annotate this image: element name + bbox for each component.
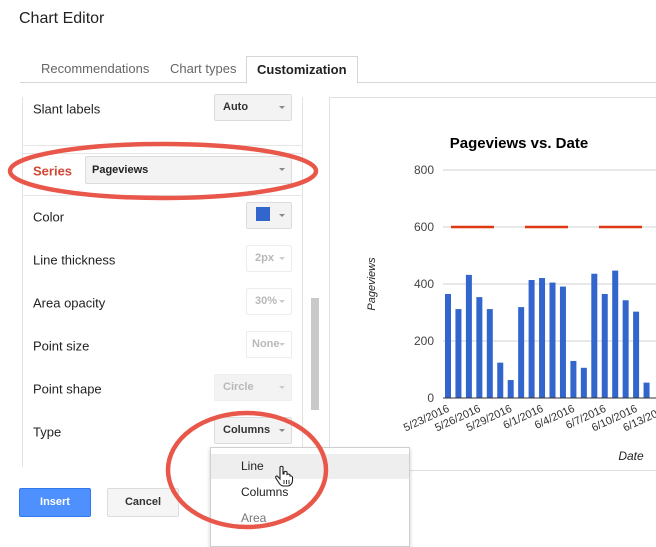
series-value: Pageviews <box>92 164 149 176</box>
bar <box>528 280 535 398</box>
divider <box>23 195 302 196</box>
y-axis-ticks: 0 200 400 600 800 <box>414 163 434 405</box>
chevron-down-icon <box>279 168 285 171</box>
series-label: Series <box>33 163 73 179</box>
chevron-down-icon <box>279 257 285 260</box>
bar <box>539 278 546 398</box>
bar <box>580 367 587 398</box>
bar <box>612 270 619 398</box>
chevron-down-icon <box>279 386 285 389</box>
divider <box>23 153 302 154</box>
point-size-row: Point size None <box>33 331 292 361</box>
color-swatch <box>256 207 270 222</box>
bar <box>465 274 472 398</box>
bar <box>643 382 650 398</box>
point-shape-row: Point shape Circle <box>33 374 292 404</box>
slant-labels-select[interactable]: Auto <box>214 94 292 121</box>
menu-item-columns[interactable]: Columns <box>211 480 409 505</box>
bar <box>591 273 598 398</box>
point-shape-select[interactable]: Circle <box>214 374 292 401</box>
point-shape-value: Circle <box>223 381 254 393</box>
bar <box>622 300 629 398</box>
tab-bar: Recommendations Chart types Customizatio… <box>20 56 656 84</box>
color-picker[interactable] <box>246 202 292 229</box>
y-tick-label: 400 <box>414 277 434 291</box>
panel-scrollbar[interactable] <box>311 298 319 410</box>
line-thickness-row: Line thickness 2px <box>33 245 292 275</box>
menu-item-line[interactable]: Line <box>211 454 409 479</box>
type-dropdown-menu: Line Columns Area <box>210 447 410 547</box>
y-tick-label: 0 <box>427 391 434 405</box>
chart-preview: Pageviews vs. Date 0 200 400 600 800 5/23/20… <box>329 97 656 471</box>
bar <box>476 297 483 398</box>
bars <box>445 270 650 398</box>
tab-recommendations[interactable]: Recommendations <box>31 56 159 83</box>
color-row: Color <box>33 202 292 232</box>
type-value: Columns <box>223 424 271 436</box>
point-size-select[interactable]: None <box>246 331 292 358</box>
bar <box>549 282 556 398</box>
x-axis-ticks: 5/23/20165/26/20165/29/20166/1/20166/4/2… <box>402 403 656 435</box>
menu-item-area[interactable]: Area <box>211 506 409 531</box>
chevron-down-icon <box>279 214 285 217</box>
chart-svg: Pageviews vs. Date 0 200 400 600 800 5/23/20… <box>366 135 656 463</box>
bar <box>518 307 525 398</box>
type-label: Type <box>33 424 62 440</box>
tab-chart-types[interactable]: Chart types <box>160 56 246 83</box>
area-opacity-value: 30% <box>255 295 278 307</box>
tab-customization[interactable]: Customization <box>246 56 358 84</box>
slant-labels-label: Slant labels <box>33 101 101 117</box>
chevron-down-icon <box>279 300 285 303</box>
chevron-down-icon <box>279 106 285 109</box>
area-opacity-select[interactable]: 30% <box>246 288 292 315</box>
bar <box>445 293 451 398</box>
series-row: Series Pageviews <box>33 156 292 186</box>
line-thickness-select[interactable]: 2px <box>246 245 292 272</box>
point-shape-label: Point shape <box>33 381 102 397</box>
y-tick-label: 200 <box>414 334 434 348</box>
color-label: Color <box>33 209 65 225</box>
bar <box>486 309 493 398</box>
area-opacity-label: Area opacity <box>33 295 106 311</box>
line-thickness-label: Line thickness <box>33 252 116 268</box>
y-axis-title: Pageviews <box>366 257 378 311</box>
insert-button[interactable]: Insert <box>19 488 91 517</box>
line-thickness-value: 2px <box>255 252 274 264</box>
chevron-down-icon <box>279 343 285 346</box>
type-select[interactable]: Columns <box>214 417 292 444</box>
bar <box>601 293 608 398</box>
cancel-button[interactable]: Cancel <box>107 488 179 517</box>
slant-labels-value: Auto <box>223 101 249 113</box>
y-tick-label: 800 <box>414 163 434 177</box>
divider <box>23 145 302 146</box>
customization-panel: Slant labels Auto Series Pageviews Color… <box>22 94 303 467</box>
area-opacity-row: Area opacity 30% <box>33 288 292 318</box>
bar <box>455 309 462 398</box>
slant-labels-row: Slant labels Auto <box>33 94 292 124</box>
point-size-value: None <box>252 338 280 350</box>
chart-title: Pageviews vs. Date <box>450 135 588 152</box>
bar <box>559 286 566 398</box>
bar <box>633 311 640 398</box>
bar <box>570 360 577 398</box>
bar <box>497 362 504 398</box>
series-select[interactable]: Pageviews <box>85 156 292 184</box>
point-size-label: Point size <box>33 338 90 354</box>
type-row: Type Columns <box>33 417 292 447</box>
chevron-down-icon <box>279 429 285 432</box>
dialog-title: Chart Editor <box>19 10 105 27</box>
x-axis-title: Date <box>618 449 644 463</box>
bar <box>507 380 514 398</box>
y-tick-label: 600 <box>414 220 434 234</box>
